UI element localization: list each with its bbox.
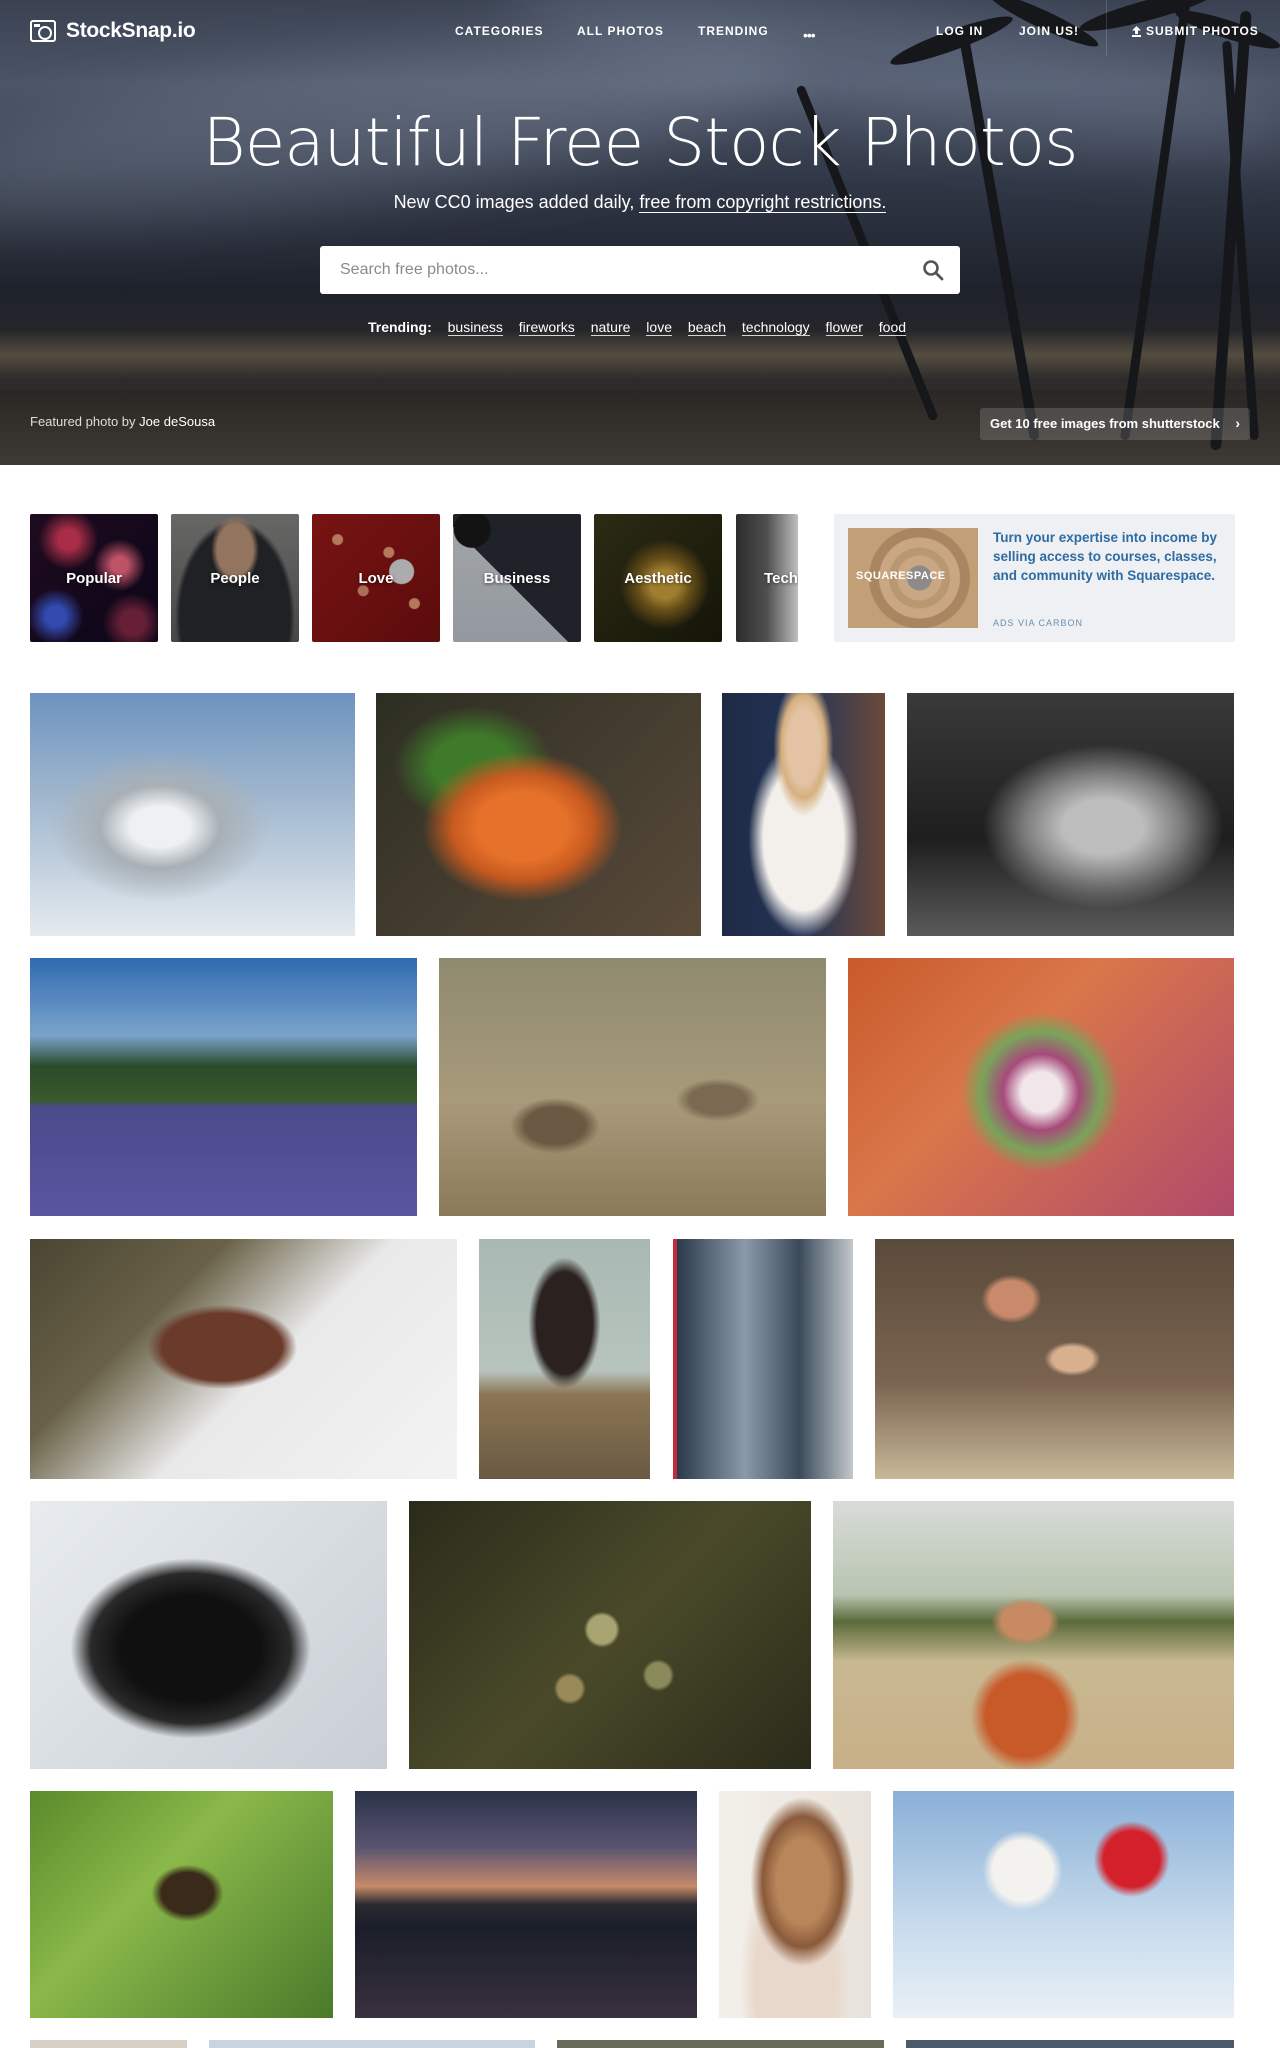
trending-tag-business[interactable]: business: [447, 319, 503, 336]
photo-row6-1[interactable]: [30, 2040, 187, 2048]
photo-row6-4[interactable]: [906, 2040, 1234, 2048]
hero-subtitle-text: New CC0 images added daily,: [393, 192, 640, 212]
photo-traffic-light-building[interactable]: [673, 1239, 853, 1479]
nav-divider: [1106, 0, 1107, 56]
photo-red-white-flowers[interactable]: [893, 1791, 1234, 2018]
squarespace-logo: SQUARESPACE: [856, 570, 946, 582]
category-label: Popular: [66, 569, 122, 587]
photo-row6-2[interactable]: [209, 2040, 535, 2048]
shutterstock-label: Get 10 free images from shutterstock: [990, 416, 1220, 431]
hero-subtitle: New CC0 images added daily, free from co…: [0, 192, 1280, 213]
category-label: Business: [483, 569, 551, 587]
submit-label: SUBMIT PHOTOS: [1146, 24, 1259, 38]
photo-woman-with-tablet[interactable]: [722, 693, 885, 936]
search-icon[interactable]: [922, 259, 944, 281]
photo-monkeys-on-ground[interactable]: [439, 958, 826, 1216]
logo[interactable]: StockSnap.io: [30, 19, 196, 43]
trending-bar: Trending: business fireworks nature love…: [0, 319, 1280, 336]
chevron-right-icon: ›: [1235, 415, 1240, 431]
trending-tag-beach[interactable]: beach: [687, 319, 727, 336]
featured-credit: Featured photo by Joe deSousa: [30, 414, 215, 429]
nav-all-photos[interactable]: ALL PHOTOS: [577, 24, 664, 38]
ad-image: SQUARESPACE: [848, 528, 978, 628]
category-label: People: [210, 569, 260, 587]
category-aesthetic[interactable]: Aesthetic: [594, 514, 722, 642]
photo-woman-on-bench[interactable]: [479, 1239, 650, 1479]
trending-tag-fireworks[interactable]: fireworks: [518, 319, 575, 336]
nav-login[interactable]: LOG IN: [936, 24, 983, 38]
photo-snowy-pine-tree[interactable]: [30, 693, 355, 936]
trending-tag-nature[interactable]: nature: [590, 319, 631, 336]
featured-prefix: Featured photo by: [30, 414, 136, 429]
ad-text[interactable]: Turn your expertise into income by selli…: [993, 528, 1223, 585]
carbon-ad[interactable]: SQUARESPACE Turn your expertise into inc…: [834, 514, 1235, 642]
logo-text: StockSnap.io: [66, 19, 196, 42]
hero-horizon: [0, 330, 1280, 380]
camera-icon: [30, 20, 56, 42]
photo-carrots-market[interactable]: [376, 693, 701, 936]
photo-sneakers-on-grass[interactable]: [907, 693, 1234, 936]
photo-woman-profile-window[interactable]: [719, 1791, 871, 2018]
hero-title: Beautiful Free Stock Photos: [202, 104, 1078, 181]
trending-tag-love[interactable]: love: [646, 319, 672, 336]
trending-tag-food[interactable]: food: [878, 319, 907, 336]
photo-sunset-lake-mountain[interactable]: [355, 1791, 697, 2018]
nav-categories[interactable]: CATEGORIES: [455, 24, 543, 38]
featured-author-link[interactable]: Joe deSousa: [139, 414, 215, 429]
category-people[interactable]: People: [171, 514, 299, 642]
category-label: Aesthetic: [624, 569, 692, 587]
photo-row6-3[interactable]: [557, 2040, 884, 2048]
category-popular[interactable]: Popular: [30, 514, 158, 642]
copyright-link[interactable]: free from copyright restrictions.: [639, 192, 887, 213]
trending-tag-technology[interactable]: technology: [741, 319, 810, 336]
shutterstock-button[interactable]: Get 10 free images from shutterstock ›: [980, 408, 1250, 440]
hero-section: StockSnap.io CATEGORIES ALL PHOTOS TREND…: [0, 0, 1280, 465]
search-box: [320, 246, 960, 294]
photo-aerial-snowy-house[interactable]: [30, 1239, 457, 1479]
category-business[interactable]: Business: [453, 514, 581, 642]
trending-tag-flower[interactable]: flower: [825, 319, 863, 336]
more-menu-icon[interactable]: •••: [803, 27, 816, 43]
photo-bird-on-branch[interactable]: [30, 1791, 333, 2018]
photo-woman-behind-fence[interactable]: [833, 1501, 1234, 1769]
nav-join[interactable]: JOIN US!: [1019, 24, 1079, 38]
nav-trending[interactable]: TRENDING: [698, 24, 769, 38]
trending-label: Trending:: [367, 319, 432, 335]
upload-icon: [1132, 25, 1141, 37]
search-input[interactable]: [320, 246, 890, 294]
top-nav: StockSnap.io CATEGORIES ALL PHOTOS TREND…: [0, 0, 1280, 64]
photo-mountain-lupine-field[interactable]: [30, 958, 417, 1216]
nav-submit-photos[interactable]: SUBMIT PHOTOS: [1131, 24, 1259, 38]
category-love[interactable]: Love: [312, 514, 440, 642]
category-tech[interactable]: Tech: [736, 514, 798, 642]
category-label: Tech: [764, 569, 798, 587]
photo-father-son-reading[interactable]: [875, 1239, 1234, 1479]
photo-camera-dial[interactable]: [30, 1501, 387, 1769]
photo-green-buds[interactable]: [409, 1501, 811, 1769]
category-label: Love: [358, 569, 394, 587]
photo-dahlia-bud[interactable]: [848, 958, 1234, 1216]
ad-via-link[interactable]: ADS VIA CARBON: [993, 618, 1083, 628]
